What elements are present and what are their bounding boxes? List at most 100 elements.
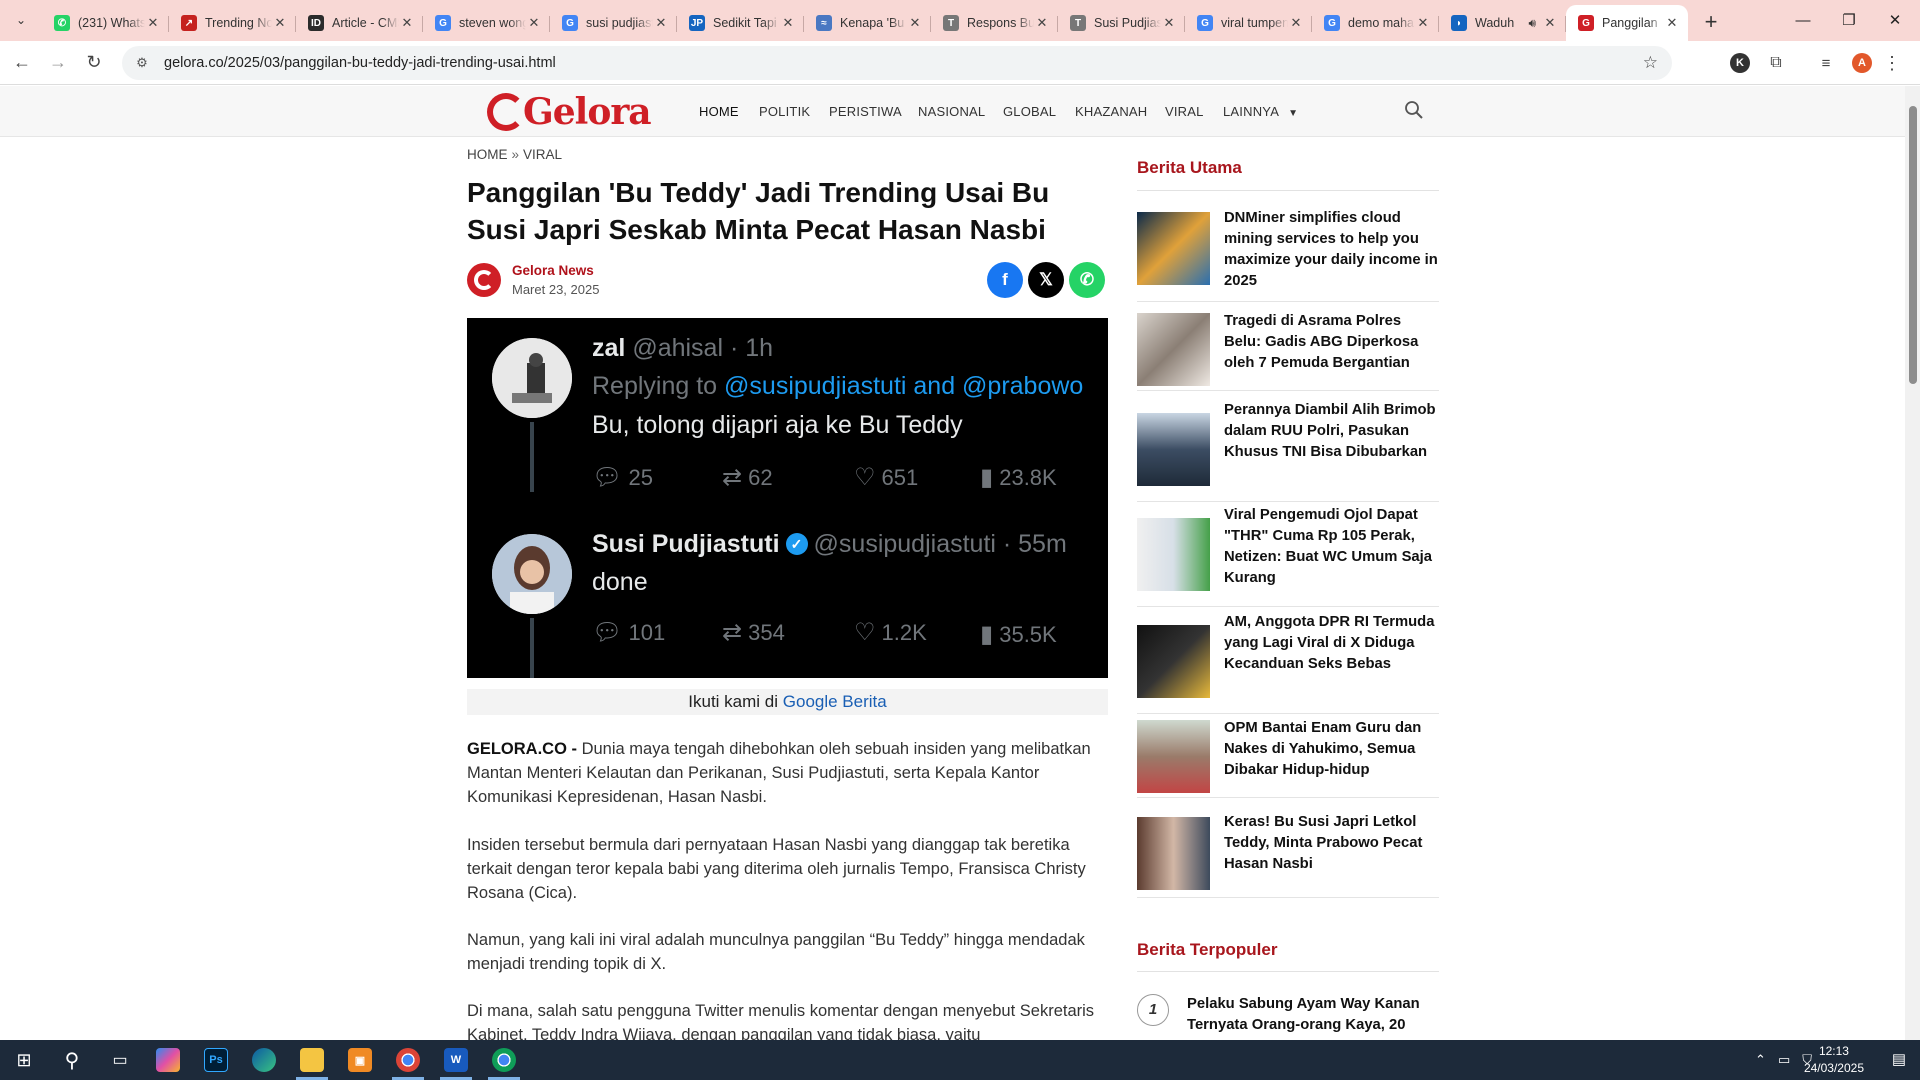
- media-control-icon[interactable]: ≡: [1808, 45, 1844, 81]
- news-thumbnail[interactable]: [1137, 517, 1210, 591]
- news-thumbnail[interactable]: [1137, 720, 1210, 793]
- close-tab-icon[interactable]: ✕: [1415, 15, 1431, 31]
- news-title[interactable]: OPM Bantai Enam Guru dan Nakes di Yahuki…: [1224, 718, 1440, 781]
- close-tab-icon[interactable]: ✕: [780, 15, 796, 31]
- site-info-icon[interactable]: ⚙: [128, 55, 156, 71]
- tab[interactable]: T Respons Bu Susi✕: [931, 5, 1058, 41]
- sidebar-news-item[interactable]: OPM Bantai Enam Guru dan Nakes di Yahuki…: [1137, 718, 1439, 798]
- nav-home[interactable]: HOME: [699, 104, 739, 119]
- close-tab-icon[interactable]: ✕: [526, 15, 542, 31]
- nav-global[interactable]: GLOBAL: [1003, 104, 1056, 119]
- close-tab-icon[interactable]: ✕: [1542, 15, 1558, 31]
- app-button[interactable]: ▣: [336, 1040, 384, 1080]
- close-tab-icon[interactable]: ✕: [907, 15, 923, 31]
- bookmark-star-icon[interactable]: ☆: [1643, 53, 1658, 73]
- news-title[interactable]: Viral Pengemudi Ojol Dapat "THR" Cuma Rp…: [1224, 505, 1440, 589]
- close-tab-icon[interactable]: ✕: [1664, 15, 1680, 31]
- chrome-menu-icon[interactable]: ⋮: [1880, 45, 1904, 81]
- news-title[interactable]: Tragedi di Asrama Polres Belu: Gadis ABG…: [1224, 311, 1440, 374]
- tab[interactable]: JP Sedikit Tapi ✕: [677, 5, 804, 41]
- sidebar-news-item[interactable]: Perannya Diambil Alih Brimob dalam RUU P…: [1137, 400, 1439, 502]
- nav-viral[interactable]: VIRAL: [1165, 104, 1204, 119]
- news-title[interactable]: DNMiner simplifies cloud mining services…: [1224, 208, 1440, 292]
- tab-active[interactable]: G Panggilan ✕: [1566, 5, 1688, 41]
- tab[interactable]: Gdemo mahasiswa✕: [1312, 5, 1439, 41]
- chrome-button[interactable]: [384, 1040, 432, 1080]
- close-tab-icon[interactable]: ✕: [145, 15, 161, 31]
- breadcrumb-home[interactable]: HOME: [467, 147, 508, 162]
- popular-item-title[interactable]: Pelaku Sabung Ayam Way Kanan Ternyata Or…: [1187, 994, 1439, 1036]
- page-scrollbar[interactable]: [1905, 86, 1920, 1040]
- reload-button[interactable]: ↻: [76, 45, 112, 81]
- minimize-icon[interactable]: —: [1780, 0, 1826, 40]
- speaker-icon[interactable]: 🔊︎: [1528, 16, 1536, 31]
- news-thumbnail[interactable]: [1137, 313, 1210, 386]
- nav-politik[interactable]: POLITIK: [759, 104, 810, 119]
- restore-icon[interactable]: ❐: [1826, 0, 1872, 40]
- news-title[interactable]: Perannya Diambil Alih Brimob dalam RUU P…: [1224, 400, 1440, 463]
- close-tab-icon[interactable]: ✕: [1034, 15, 1050, 31]
- news-title[interactable]: Keras! Bu Susi Japri Letkol Teddy, Minta…: [1224, 812, 1440, 875]
- x-share-button[interactable]: 𝕏: [1028, 262, 1064, 298]
- file-explorer-button[interactable]: [288, 1040, 336, 1080]
- news-thumbnail[interactable]: [1137, 212, 1210, 285]
- facebook-share-button[interactable]: f: [987, 262, 1023, 298]
- profile-avatar[interactable]: A: [1852, 53, 1872, 73]
- account-k-avatar[interactable]: K: [1730, 53, 1750, 73]
- sidebar-news-item[interactable]: AM, Anggota DPR RI Termuda yang Lagi Vir…: [1137, 612, 1439, 714]
- news-thumbnail[interactable]: [1137, 624, 1210, 698]
- news-thumbnail[interactable]: [1137, 412, 1210, 486]
- tab[interactable]: Gsteven wongso✕: [423, 5, 550, 41]
- tab[interactable]: ✆ (231) WhatsApp✕: [42, 5, 169, 41]
- close-tab-icon[interactable]: ✕: [272, 15, 288, 31]
- notification-icon[interactable]: ▤: [1892, 1050, 1906, 1068]
- news-thumbnail[interactable]: [1137, 816, 1210, 890]
- network-icon[interactable]: ▭: [1778, 1052, 1790, 1068]
- tab[interactable]: ≈ Kenapa 'Bu Teddy'✕: [804, 5, 931, 41]
- nav-peristiwa[interactable]: PERISTIWA: [829, 104, 902, 119]
- forward-button[interactable]: →: [40, 45, 76, 81]
- sidebar-news-item[interactable]: Keras! Bu Susi Japri Letkol Teddy, Minta…: [1137, 812, 1439, 898]
- author-name[interactable]: Gelora News: [512, 263, 594, 278]
- search-icon[interactable]: [1404, 100, 1424, 120]
- tab[interactable]: T Susi Pudjiastuti✕: [1058, 5, 1185, 41]
- taskbar-clock[interactable]: 12:13 24/03/2025: [1804, 1043, 1864, 1077]
- start-button[interactable]: ⊞: [0, 1040, 48, 1080]
- photoshop-button[interactable]: Ps: [192, 1040, 240, 1080]
- back-button[interactable]: ←: [4, 45, 40, 81]
- tab[interactable]: ID Article - CMS ✕: [296, 5, 423, 41]
- nav-lainnya[interactable]: LAINNYA ▼: [1223, 104, 1298, 119]
- extensions-icon[interactable]: ⧉: [1758, 45, 1794, 81]
- address-bar[interactable]: ⚙ gelora.co/2025/03/panggilan-bu-teddy-j…: [122, 46, 1672, 80]
- sidebar-news-item[interactable]: Tragedi di Asrama Polres Belu: Gadis ABG…: [1137, 311, 1439, 391]
- nav-nasional[interactable]: NASIONAL: [918, 104, 985, 119]
- close-tab-icon[interactable]: ✕: [1161, 15, 1177, 31]
- tab[interactable]: ◗ Waduh 🔊︎ ✕: [1439, 5, 1566, 41]
- tab[interactable]: ↗ Trending Now✕: [169, 5, 296, 41]
- whatsapp-share-button[interactable]: ✆: [1069, 262, 1105, 298]
- tab[interactable]: Gsusi pudjiastuti✕: [550, 5, 677, 41]
- sidebar-news-item[interactable]: Viral Pengemudi Ojol Dapat "THR" Cuma Rp…: [1137, 505, 1439, 607]
- google-berita-link[interactable]: Google Berita: [783, 692, 887, 711]
- close-tab-icon[interactable]: ✕: [399, 15, 415, 31]
- scrollbar-thumb[interactable]: [1909, 106, 1917, 384]
- news-title[interactable]: AM, Anggota DPR RI Termuda yang Lagi Vir…: [1224, 612, 1440, 675]
- address-url[interactable]: gelora.co/2025/03/panggilan-bu-teddy-jad…: [164, 55, 556, 71]
- gelora-logo[interactable]: Gelora: [487, 91, 652, 133]
- sidebar-news-item[interactable]: DNMiner simplifies cloud mining services…: [1137, 208, 1439, 302]
- word-button[interactable]: W: [432, 1040, 480, 1080]
- edge-button[interactable]: [240, 1040, 288, 1080]
- copilot-button[interactable]: [144, 1040, 192, 1080]
- new-tab-button[interactable]: +: [1696, 7, 1726, 37]
- task-view-button[interactable]: ▭: [96, 1040, 144, 1080]
- breadcrumb-viral[interactable]: VIRAL: [523, 147, 562, 162]
- close-window-icon[interactable]: ✕: [1872, 0, 1918, 40]
- tab[interactable]: Gviral tumpeng✕: [1185, 5, 1312, 41]
- search-taskbar-button[interactable]: ⚲: [48, 1040, 96, 1080]
- close-tab-icon[interactable]: ✕: [1288, 15, 1304, 31]
- nav-khazanah[interactable]: KHAZANAH: [1075, 104, 1147, 119]
- close-tab-icon[interactable]: ✕: [653, 15, 669, 31]
- chrome-profile-button[interactable]: [480, 1040, 528, 1080]
- tray-chevron-icon[interactable]: ⌃: [1755, 1052, 1766, 1068]
- tab-search-button[interactable]: ⌄: [8, 7, 34, 33]
